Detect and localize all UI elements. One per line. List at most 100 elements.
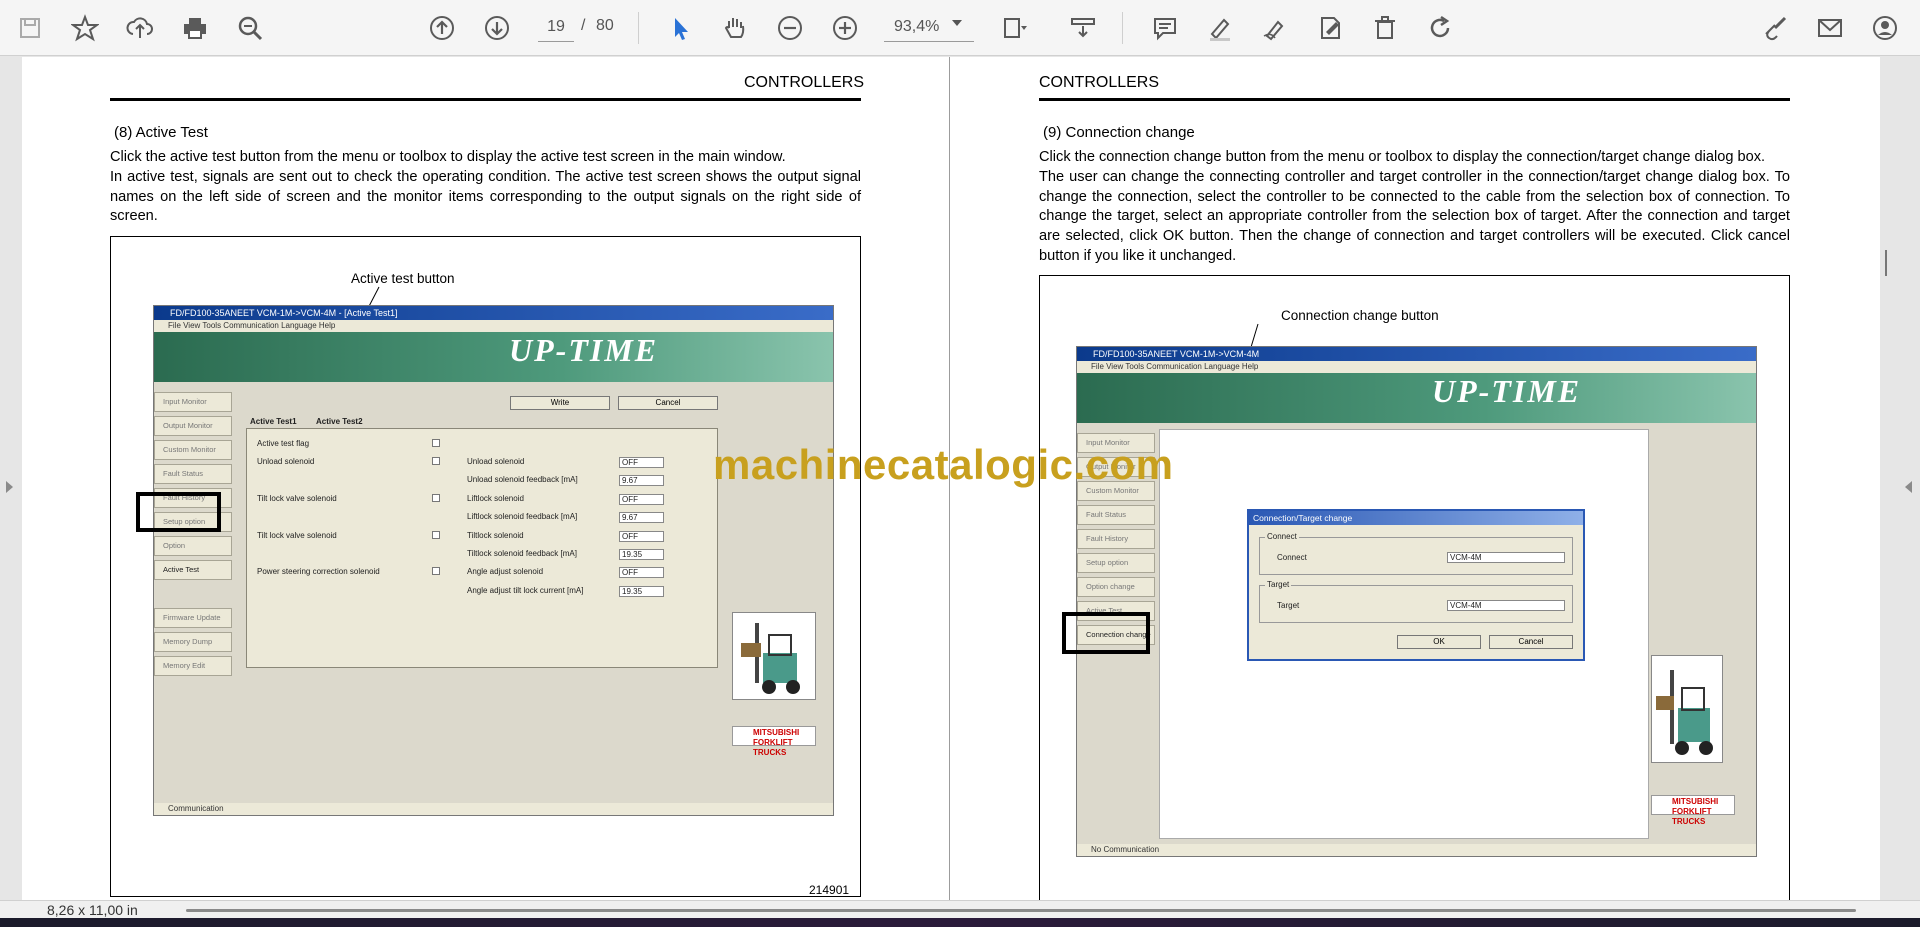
connection-change-app-screenshot: FD/FD100-35ANEET VCM-1M->VCM-4M File Vie…: [1076, 346, 1757, 857]
highlight-pen-icon[interactable]: [1200, 8, 1240, 48]
figure-number: 214901: [809, 883, 850, 897]
sidebar-item: Input Monitor: [154, 392, 232, 412]
app-status-bar: No Communication: [1077, 844, 1756, 856]
header-rule: [1039, 98, 1790, 101]
sidebar-item: Memory Dump: [154, 632, 232, 652]
test-item-label: Active test flag: [257, 439, 310, 448]
sidebar-item: Output Monitor: [154, 416, 232, 436]
ok-button: OK: [1397, 635, 1481, 649]
print-icon[interactable]: [175, 8, 215, 48]
sidebar-item: Memory Edit: [154, 656, 232, 676]
test-checkbox: [432, 531, 440, 539]
next-page-icon[interactable]: [477, 8, 517, 48]
sidebar-item: Fault Status: [154, 464, 232, 484]
previous-page-arrow-icon[interactable]: [6, 481, 13, 493]
target-label: Target: [1277, 601, 1300, 610]
page-number-input[interactable]: 19: [538, 12, 574, 42]
monitor-label: Tiltlock solenoid feedback [mA]: [467, 549, 577, 558]
monitor-value: OFF: [619, 457, 664, 468]
draw-icon[interactable]: [1255, 8, 1295, 48]
select-arrow-icon[interactable]: [660, 8, 700, 48]
target-group-label: Target: [1265, 580, 1292, 589]
zoom-in-icon[interactable]: [825, 8, 865, 48]
sign-icon[interactable]: [1310, 8, 1350, 48]
uptime-logo: UP-TIME: [509, 332, 659, 368]
right-page-header: CONTROLLERS: [1039, 74, 1160, 91]
monitor-value: OFF: [619, 531, 664, 542]
rotate-icon[interactable]: [1420, 8, 1460, 48]
toolbar-divider: [638, 12, 639, 44]
next-page-arrow-icon[interactable]: [1905, 481, 1912, 493]
status-bar: 8,26 x 11,00 in: [0, 900, 1920, 918]
sidebar-item-active-test: Active Test: [154, 560, 232, 580]
tab-active-test-2: Active Test2: [316, 417, 363, 426]
uptime-logo: UP-TIME: [1432, 373, 1582, 409]
upload-cloud-icon[interactable]: [120, 8, 160, 48]
monitor-value: 9.67: [619, 475, 664, 486]
monitor-label: Angle adjust solenoid: [467, 567, 544, 576]
bookmark-star-icon[interactable]: [65, 8, 105, 48]
vertical-scrollbar-thumb[interactable]: [1885, 250, 1887, 276]
sidebar-item: Setup option: [1077, 553, 1155, 573]
connection-target-dialog: Connection/Target change Connect Connect…: [1247, 509, 1585, 661]
add-user-icon[interactable]: [1865, 8, 1905, 48]
test-checkbox: [432, 439, 440, 447]
sidebar-item: Option: [154, 536, 232, 556]
test-item-label: Tilt lock valve solenoid: [257, 531, 337, 540]
test-checkbox: [432, 457, 440, 465]
right-paragraph-1: Click the connection change button from …: [1039, 149, 1766, 165]
mitsubishi-logo: MITSUBISHI FORKLIFT TRUCKS: [732, 726, 816, 757]
test-checkbox: [432, 494, 440, 502]
page-size-label: 8,26 x 11,00 in: [47, 902, 138, 918]
toolbar-divider: [1122, 12, 1123, 44]
save-icon[interactable]: [10, 8, 50, 48]
sidebar-item: Custom Monitor: [154, 440, 232, 460]
monitor-label: Unload solenoid: [467, 457, 525, 466]
target-select: VCM-4M: [1447, 600, 1565, 611]
app-title-bar: FD/FD100-35ANEET VCM-1M->VCM-4M: [1077, 347, 1756, 361]
active-test-panel: Active test flag Unload solenoid Tilt lo…: [246, 428, 718, 668]
write-button: Write: [510, 396, 610, 410]
app-menu-bar: File View Tools Communication Language H…: [1077, 361, 1756, 373]
page-separator: /: [581, 17, 586, 34]
cancel-button: Cancel: [618, 396, 718, 410]
delete-icon[interactable]: [1365, 8, 1405, 48]
email-icon[interactable]: [1810, 8, 1850, 48]
zoom-out-icon[interactable]: [770, 8, 810, 48]
monitor-value: 19.35: [619, 549, 664, 560]
header-rule: [110, 98, 861, 101]
app-menu-bar: File View Tools Communication Language H…: [154, 320, 833, 332]
fit-page-icon[interactable]: [995, 8, 1035, 48]
connection-change-highlight-box: [1062, 612, 1150, 654]
comment-icon[interactable]: [1145, 8, 1185, 48]
monitor-label: Unload solenoid feedback [mA]: [467, 475, 578, 484]
cancel-button: Cancel: [1489, 635, 1573, 649]
previous-page-icon[interactable]: [422, 8, 462, 48]
monitor-label: Liftlock solenoid feedback [mA]: [467, 512, 578, 521]
toolbar: 19 / 80 93,4%: [0, 0, 1920, 56]
test-item-label: Unload solenoid: [257, 457, 315, 466]
app-status-bar: Communication: [154, 803, 833, 815]
scroll-mode-icon[interactable]: [1063, 8, 1103, 48]
edit-link-icon[interactable]: [1755, 8, 1795, 48]
active-test-app-screenshot: FD/FD100-35ANEET VCM-1M->VCM-4M - [Activ…: [153, 305, 834, 816]
horizontal-scrollbar[interactable]: [186, 909, 1856, 912]
test-item-label: Tilt lock valve solenoid: [257, 494, 337, 503]
forklift-image: [1651, 655, 1723, 763]
monitor-label: Tiltlock solenoid: [467, 531, 524, 540]
app-banner: UP-TIME: [1077, 373, 1756, 423]
watermark-text: machinecatalogic.com: [713, 441, 1174, 488]
forklift-image: [732, 612, 816, 700]
hand-tool-icon[interactable]: [715, 8, 755, 48]
zoom-out-magnifier-icon[interactable]: [230, 8, 270, 48]
zoom-level-select[interactable]: 93,4%: [884, 12, 974, 42]
taskbar-strip: [0, 918, 1920, 927]
app-banner: UP-TIME: [154, 332, 833, 382]
monitor-label: Angle adjust tilt lock current [mA]: [467, 586, 584, 595]
sidebar-item: Fault Status: [1077, 505, 1155, 525]
left-page-header: CONTROLLERS: [744, 74, 865, 91]
connect-group-label: Connect: [1265, 532, 1299, 541]
left-paragraph-1: Click the active test button from the me…: [110, 149, 786, 165]
tab-active-test-1: Active Test1: [250, 417, 297, 426]
chevron-down-icon[interactable]: [952, 20, 962, 26]
